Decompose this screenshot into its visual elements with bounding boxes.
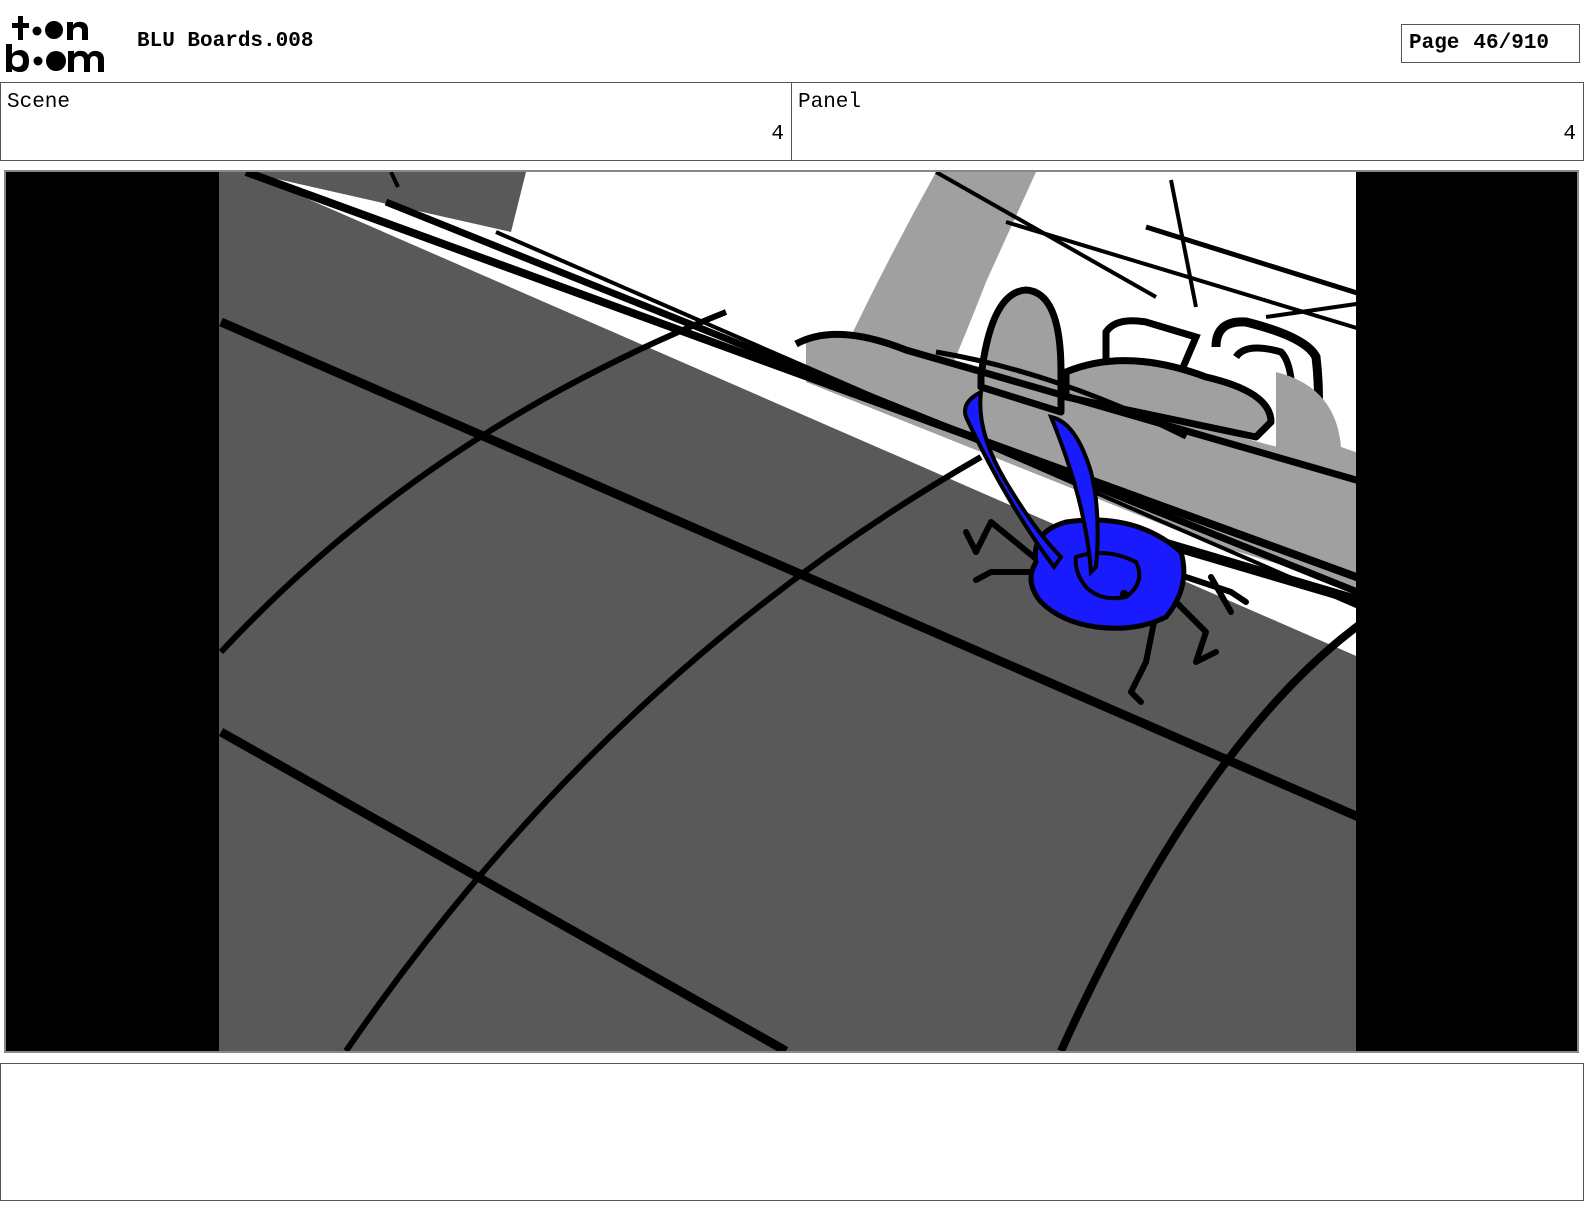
panel-label: Panel [798,91,862,114]
storyboard-panel-image [4,170,1579,1053]
panel-cell: Panel 4 [792,83,1584,160]
page-indicator: Page 46/910 [1401,24,1580,63]
toon-boom-logo [4,14,116,76]
page-label: Page [1409,32,1460,55]
scene-panel-row: Scene 4 Panel 4 [0,82,1584,161]
caption-box [0,1063,1584,1201]
panel-value: 4 [1563,123,1576,146]
document-title: BLU Boards.008 [137,30,314,53]
page-number: 46/910 [1473,32,1550,55]
storyboard-drawing [6,172,1577,1051]
scene-label: Scene [7,91,71,114]
scene-cell: Scene 4 [0,83,792,160]
scene-value: 4 [771,123,784,146]
toon-boom-logo-icon [6,16,104,72]
